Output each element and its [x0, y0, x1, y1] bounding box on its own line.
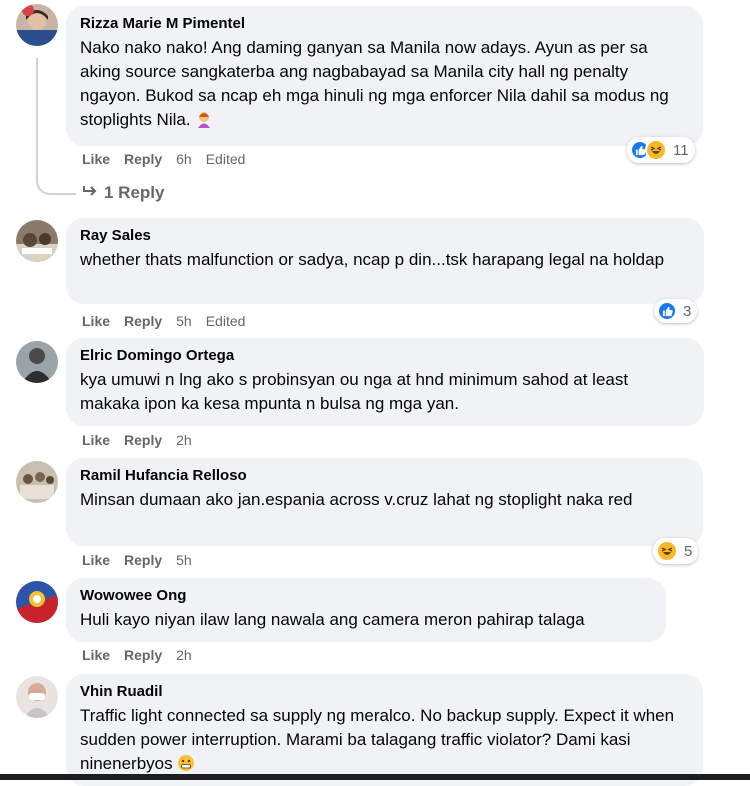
comment-actions: Like Reply 2h — [82, 647, 206, 663]
comment-bubble: Wowowee Ong Huli kayo niyan ilaw lang na… — [66, 578, 666, 642]
avatar[interactable] — [16, 676, 58, 718]
reply-button[interactable]: Reply — [124, 647, 162, 663]
comment-time[interactable]: 5h — [176, 552, 192, 568]
comment-actions: Like Reply 6h Edited — [82, 151, 259, 167]
comment-author[interactable]: Vhin Ruadil — [80, 682, 689, 702]
comment-author[interactable]: Rizza Marie M Pimentel — [80, 14, 689, 34]
comment-time[interactable]: 5h — [176, 313, 192, 329]
haha-reaction-icon — [656, 540, 678, 562]
avatar[interactable] — [16, 4, 58, 46]
comment-bubble: Ray Sales whether thats malfunction or s… — [66, 218, 704, 304]
comment-time[interactable]: 2h — [176, 647, 192, 663]
like-button[interactable]: Like — [82, 647, 110, 663]
reply-arrow-icon — [82, 183, 98, 203]
like-button[interactable]: Like — [82, 151, 110, 167]
comment-text: Traffic light connected sa supply ng mer… — [80, 706, 675, 773]
comment-text: kya umuwi n lng ako s probinsyan ou nga … — [80, 370, 629, 413]
comment-bubble: Vhin Ruadil Traffic light connected sa s… — [66, 674, 703, 786]
comment-text: Nako nako nako! Ang daming ganyan sa Man… — [80, 38, 669, 129]
comment-author[interactable]: Wowowee Ong — [80, 586, 652, 606]
reply-button[interactable]: Reply — [124, 151, 162, 167]
comment-author[interactable]: Ramil Hufancia Relloso — [80, 466, 689, 486]
view-replies-label: 1 Reply — [104, 183, 165, 202]
comment-bubble: Ramil Hufancia Relloso Minsan dumaan ako… — [66, 458, 703, 546]
comment-bubble: Rizza Marie M Pimentel Nako nako nako! A… — [66, 6, 703, 146]
comment-text: whether thats malfunction or sadya, ncap… — [80, 250, 665, 269]
reaction-summary[interactable]: 5 — [653, 538, 699, 564]
like-button[interactable]: Like — [82, 552, 110, 568]
bottom-edge-bar — [0, 774, 750, 780]
avatar[interactable] — [16, 220, 58, 262]
avatar[interactable] — [16, 461, 58, 503]
comment-actions: Like Reply 5h Edited — [82, 313, 259, 329]
reaction-summary[interactable]: 3 — [654, 299, 698, 323]
like-button[interactable]: Like — [82, 313, 110, 329]
edited-label: Edited — [205, 151, 246, 167]
haha-reaction-icon — [645, 139, 667, 161]
reply-thread-line — [36, 58, 76, 195]
reaction-count: 11 — [673, 141, 689, 159]
comment-text: Minsan dumaan ako jan.espania across v.c… — [80, 490, 633, 509]
reply-button[interactable]: Reply — [124, 313, 162, 329]
reply-button[interactable]: Reply — [124, 432, 162, 448]
view-replies-link[interactable]: 1 Reply — [82, 183, 164, 203]
comment-time[interactable]: 2h — [176, 432, 192, 448]
grimacing-face-emoji-icon — [177, 754, 195, 772]
like-reaction-icon — [657, 301, 677, 321]
comment-text: Huli kayo niyan ilaw lang nawala ang cam… — [80, 610, 585, 629]
woman-raising-hand-emoji-icon — [195, 110, 213, 128]
avatar[interactable] — [16, 581, 58, 623]
reaction-count: 3 — [683, 302, 692, 320]
comment-author[interactable]: Elric Domingo Ortega — [80, 346, 690, 366]
avatar[interactable] — [16, 341, 58, 383]
reaction-count: 5 — [684, 542, 693, 560]
reply-button[interactable]: Reply — [124, 552, 162, 568]
reaction-summary[interactable]: 11 — [627, 137, 695, 163]
comment-actions: Like Reply 5h — [82, 552, 206, 568]
comment-author[interactable]: Ray Sales — [80, 226, 690, 246]
comment-bubble: Elric Domingo Ortega kya umuwi n lng ako… — [66, 338, 704, 426]
comment-actions: Like Reply 2h — [82, 432, 206, 448]
edited-label: Edited — [205, 313, 246, 329]
comment-time[interactable]: 6h — [176, 151, 192, 167]
like-button[interactable]: Like — [82, 432, 110, 448]
